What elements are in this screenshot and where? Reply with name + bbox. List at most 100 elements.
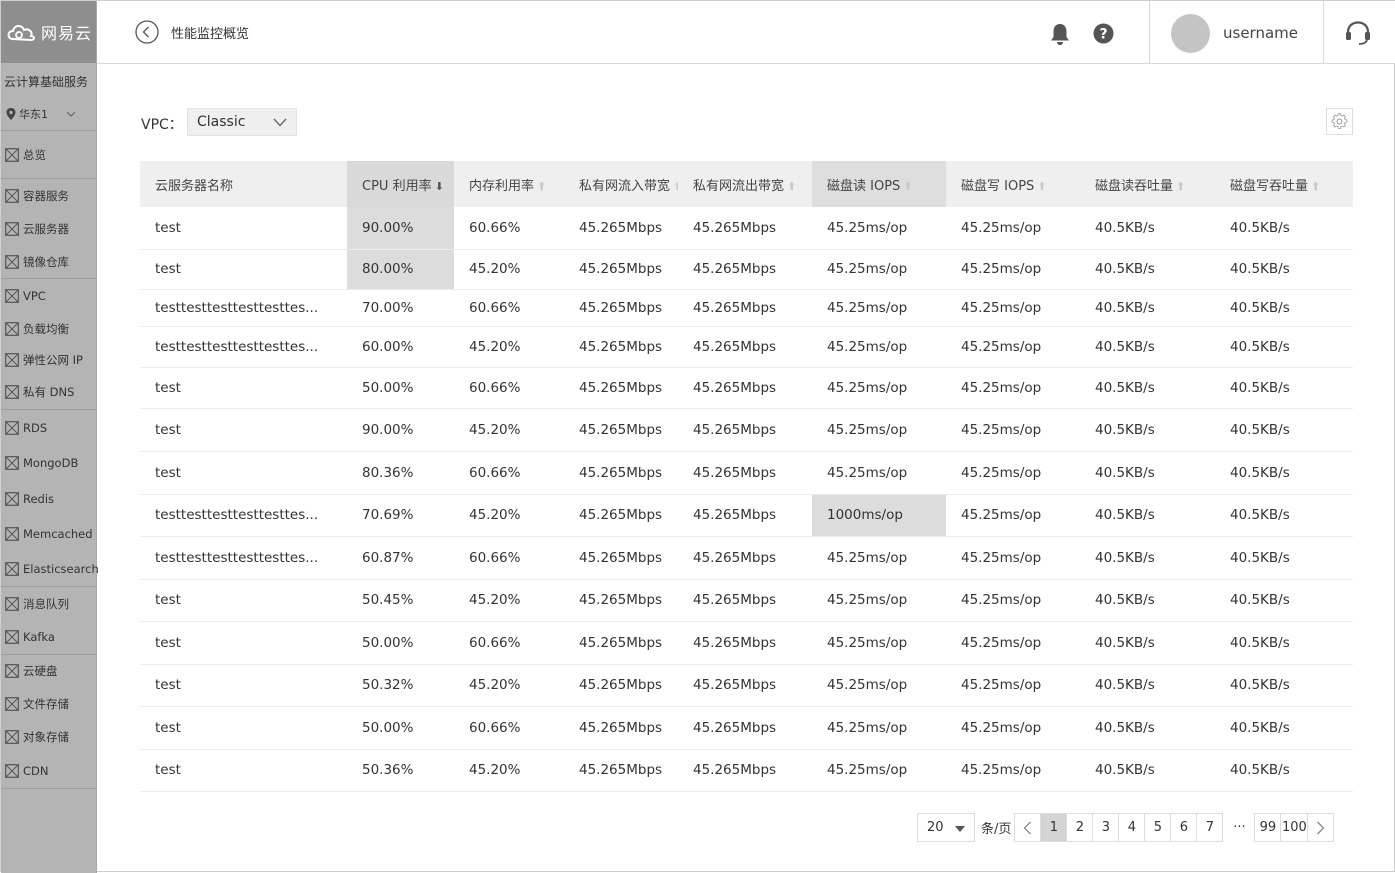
table-row[interactable]: test 90.00% 45.20% 45.265Mbps 45.265Mbps 45.2… [140,408,1353,452]
sidebar-item[interactable]: Kafka [1,620,96,654]
sidebar-item[interactable]: 消息队列 [1,587,96,620]
sort-asc-icon[interactable]: ⬆ [1176,180,1185,193]
sidebar-group: 总览 [1,131,96,179]
table-cell: 45.25ms/op [946,706,1080,750]
help-icon[interactable]: ? [1093,23,1114,44]
table-cell: 45.25ms/op [946,367,1080,409]
sidebar-item-label: Redis [23,491,55,506]
sidebar-item[interactable]: 镜像仓库 [1,245,96,278]
table-row[interactable]: test 50.45% 45.20% 45.265Mbps 45.265Mbps 45.2… [140,579,1353,622]
brand-logo[interactable]: 网易云 [1,1,96,63]
table-cell: 45.265Mbps [564,451,678,495]
sidebar-item[interactable]: 云硬盘 [1,655,96,687]
sidebar-item[interactable]: Memcached [1,516,96,551]
page-button[interactable]: 6 [1170,813,1198,842]
sidebar-item[interactable]: Redis [1,481,96,516]
page-button[interactable]: 5 [1144,813,1172,842]
sidebar-item[interactable]: 私有 DNS [1,375,96,409]
table-row[interactable]: test 80.36% 60.66% 45.265Mbps 45.265Mbps 45.2… [140,451,1353,495]
table-cell: 45.25ms/op [946,289,1080,327]
table-row[interactable]: test 90.00% 60.66% 45.265Mbps 45.265Mbps 45.2… [140,207,1353,250]
bell-icon[interactable] [1049,22,1071,46]
sidebar-item[interactable]: 负载均衡 [1,313,96,344]
sort-asc-icon[interactable]: ⬆ [787,180,796,193]
page-button[interactable]: 99 [1254,813,1282,842]
column-header-label: 私有网流入带宽 [579,178,671,194]
table-row[interactable]: testtesttesttesttesttes... 60.00% 45.20% 45… [140,326,1353,368]
table-row[interactable]: test 50.00% 60.66% 45.265Mbps 45.265Mbps 45.2… [140,367,1353,409]
prev-page-button[interactable] [1014,813,1042,842]
table-cell: 40.5KB/s [1215,451,1353,495]
vpc-select[interactable]: Classic [187,108,297,136]
sidebar-item[interactable]: CDN [1,754,96,788]
table-cell: 45.265Mbps [564,579,678,622]
sidebar-item[interactable]: MongoDB [1,445,96,481]
column-header[interactable]: 磁盘读吞吐量 ⬆ [1080,161,1215,207]
table-row[interactable]: test 50.32% 45.20% 45.265Mbps 45.265Mbps 45.2… [140,664,1353,707]
column-header[interactable]: 磁盘写吞吐量 ⬆ [1215,161,1353,207]
table-cell: 45.25ms/op [946,749,1080,792]
page-button[interactable]: 4 [1118,813,1146,842]
sidebar-item[interactable]: 弹性公网 IP [1,344,96,375]
table-cell: 45.25ms/op [946,664,1080,707]
page-button[interactable]: 7 [1196,813,1224,842]
table-cell: 90.00% [347,207,454,250]
table-settings-button[interactable] [1326,108,1353,135]
page-size-select[interactable]: 20 [917,813,975,842]
sort-asc-icon[interactable]: ⬆ [903,180,912,193]
table-row[interactable]: test 50.00% 60.66% 45.265Mbps 45.265Mbps 45.2… [140,621,1353,665]
sort-asc-icon[interactable]: ⬆ [673,180,678,193]
table-cell: 40.5KB/s [1215,664,1353,707]
next-page-button[interactable] [1307,813,1335,842]
sidebar-item[interactable]: Elasticsearch [1,551,99,586]
page-button[interactable]: 100 [1280,813,1309,842]
sidebar-item[interactable]: RDS [1,410,96,445]
sidebar-item[interactable]: 容器服务 [1,179,96,212]
back-icon[interactable] [135,20,159,44]
sidebar-item-label: CDN [23,764,49,778]
sidebar-item[interactable]: VPC [1,279,96,313]
table-cell: 45.25ms/op [812,367,946,409]
sidebar-item[interactable]: 总览 [1,131,96,178]
table-cell: 60.00% [347,326,454,368]
table-cell: testtesttesttesttesttes... [140,494,347,537]
table-cell: 45.265Mbps [678,536,812,580]
table-row[interactable]: test 50.00% 60.66% 45.265Mbps 45.265Mbps 45.2… [140,706,1353,750]
table-row[interactable]: test 80.00% 45.20% 45.265Mbps 45.265Mbps 45.2… [140,249,1353,290]
column-header[interactable]: CPU 利用率 ⬇ [347,161,454,207]
page-button[interactable]: 3 [1092,813,1120,842]
sort-desc-icon[interactable]: ⬇ [435,180,444,193]
username-label[interactable]: username [1223,24,1298,42]
sort-asc-icon[interactable]: ⬆ [1037,180,1046,193]
sidebar-item[interactable]: 对象存储 [1,720,96,754]
sidebar-item[interactable]: 文件存储 [1,687,96,720]
column-header[interactable]: 磁盘读 IOPS ⬆ [812,161,946,207]
placeholder-icon [5,696,19,711]
table-row[interactable]: test 50.36% 45.20% 45.265Mbps 45.265Mbps 45.2… [140,749,1353,792]
sort-asc-icon[interactable]: ⬆ [1311,180,1320,193]
placeholder-icon [5,385,19,399]
column-header[interactable]: 云服务器名称 [140,161,347,207]
placeholder-icon [5,630,19,644]
table-cell: 40.5KB/s [1080,249,1215,290]
table-row[interactable]: testtesttesttesttesttes... 60.87% 60.66% 45… [140,536,1353,580]
column-header[interactable]: 私有网流入带宽 ⬆ [564,161,678,207]
column-header[interactable]: 内存利用率 ⬆ [454,161,564,207]
per-page-label: 条/页 [981,822,1012,837]
region-selector[interactable]: 华东1 [1,97,96,131]
sidebar-item[interactable]: 云服务器 [1,212,96,245]
headset-support-icon[interactable] [1344,20,1372,46]
page-button[interactable]: 1 [1040,813,1068,842]
column-header[interactable]: 私有网流出带宽 ⬆ [678,161,812,207]
table-cell: 60.66% [454,621,564,665]
table-cell: 45.265Mbps [564,289,678,327]
sort-asc-icon[interactable]: ⬆ [537,180,546,193]
avatar[interactable] [1171,14,1210,53]
page-size-value: 20 [927,820,944,835]
column-header[interactable]: 磁盘写 IOPS ⬆ [946,161,1080,207]
table-cell: 40.5KB/s [1215,621,1353,665]
table-row[interactable]: testtesttesttesttesttes... 70.69% 45.20% 45… [140,494,1353,537]
page-button[interactable]: 2 [1066,813,1094,842]
table-row[interactable]: testtesttesttesttesttes... 70.00% 60.66% 45… [140,289,1353,327]
placeholder-icon [5,664,19,678]
